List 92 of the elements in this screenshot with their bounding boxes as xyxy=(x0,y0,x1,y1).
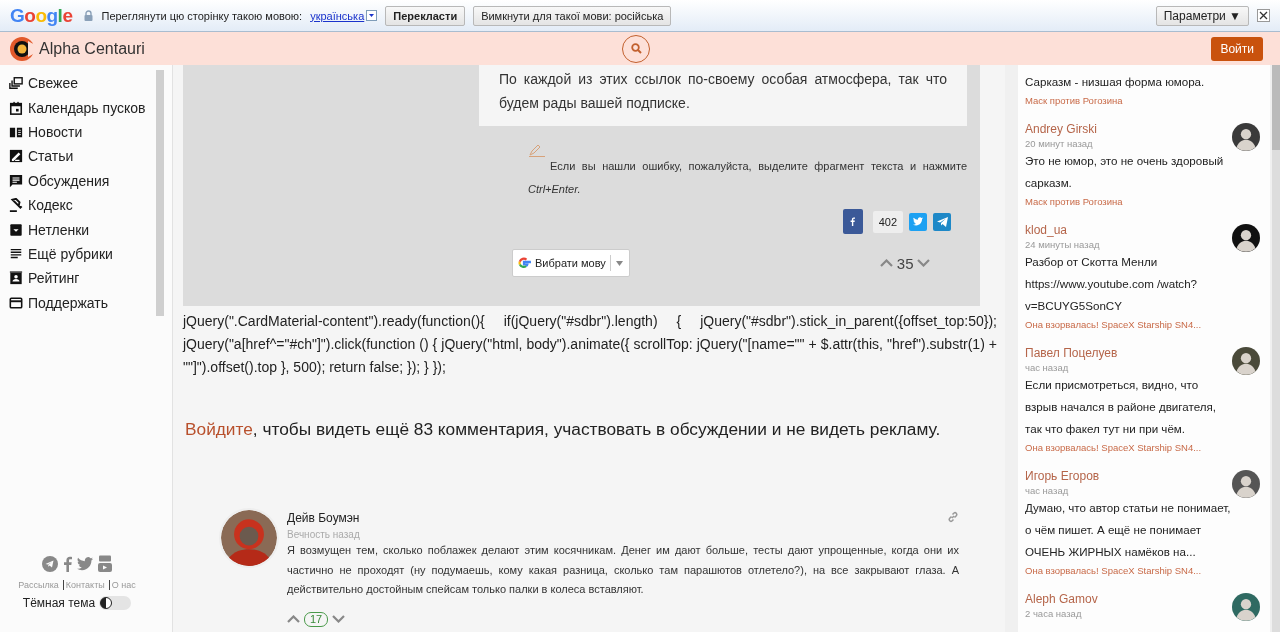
dark-theme-toggle[interactable] xyxy=(99,596,132,610)
topic-link[interactable]: Маск против Рогозина xyxy=(1025,93,1231,109)
vote-count: 17 xyxy=(304,611,329,627)
login-prompt: Войдите, чтобы видеть ещё 83 комментария, участвовать в обсуждении и не видеть рекламу. xyxy=(185,419,942,440)
avatar xyxy=(1232,123,1260,151)
chat-icon xyxy=(9,173,23,188)
sidebar-item[interactable]: Календарь пусков xyxy=(9,95,146,120)
site-name[interactable]: Alpha Centauri xyxy=(39,39,145,58)
sidebar-item[interactable]: Новости xyxy=(9,119,146,145)
sidebar-item[interactable]: Кодекс xyxy=(9,192,146,218)
error-note: Если вы нашли ошибку, пожалуйста, выделите фрагмент текста и нажмите Ctrl+Enter. xyxy=(528,159,967,197)
script-text: jQuery(".CardMaterial-content").ready(function(){ if(jQuery("#sdbr").length) { jQuery("#sdbr").stick_in_parent({offset_top:50}); jQuery("a[href^="#ch"]").click(function () { jQuery("html, body").animate({ scrollTop: jQuery("[name="" + $.attr(this, "href").substr(1) + ""]").offset().top }, 500); return false; }); } }); xyxy=(183,312,997,377)
avatar xyxy=(1232,224,1260,252)
gavel-icon xyxy=(9,198,23,213)
comment-time: час назад xyxy=(1025,361,1070,374)
subscribe-text: По каждой из этих ссылок по-своему особая атмосфера, так что будем рады вашей подписке. xyxy=(479,65,967,126)
facebook-icon[interactable] xyxy=(63,555,72,572)
comment-text: Разбор от Скотта Менли https://www.youtube.com /watch?v=BCUYG5SonCY xyxy=(1025,254,1199,314)
share-count: 402 xyxy=(872,210,903,233)
telegram-share-button[interactable] xyxy=(933,212,951,231)
comment-text: Я возмущен тем, сколько поблажек делают этим косячникам. Денег им дают больше, тесты дают упрощенные, когда они их частично не проходят (ну подумаешь, кому какая разница, сколько там парашютов отлетело?), на все закрывают глаза. А действительно достойным спейсам только палки в колеса вставляют. xyxy=(287,543,959,597)
language-link[interactable]: українська xyxy=(310,9,365,22)
comment-author[interactable]: Павел Поцелуев xyxy=(1025,345,1231,361)
comment-time: 20 минут назад xyxy=(1025,137,1094,150)
google-icon xyxy=(517,256,531,270)
list-icon xyxy=(9,246,23,261)
topic-link[interactable]: Маск против Рогозина xyxy=(1025,194,1231,210)
comment-author[interactable]: Дейв Боумэн xyxy=(287,511,360,525)
sidebar-item[interactable]: Нетленки xyxy=(9,217,146,242)
telegram-icon xyxy=(936,216,948,227)
archive-icon xyxy=(9,222,23,237)
translate-button[interactable]: Перекласти xyxy=(385,5,466,26)
rating-count: 35 xyxy=(896,254,914,272)
stack-icon xyxy=(9,76,23,91)
logo-icon xyxy=(9,35,35,62)
lock-icon xyxy=(84,10,94,21)
options-button[interactable]: Параметри ▼ xyxy=(1155,5,1249,26)
upvote-icon[interactable] xyxy=(879,259,893,267)
comment-time: 24 минуты назад xyxy=(1025,238,1101,251)
calendar-icon xyxy=(9,100,23,115)
scrollbar[interactable] xyxy=(156,70,164,316)
comment-text: Думаю, что автор статьи не понимает, о чём пишет. А ещё не понимает ОЧЕНЬ ЖИРНЫХ намёков на... xyxy=(1025,500,1231,560)
translate-prompt: Переглянути цю сторінку такою мовою: xyxy=(101,9,303,22)
downvote-icon[interactable] xyxy=(917,259,931,267)
avatar xyxy=(1232,470,1260,498)
facebook-icon xyxy=(850,217,856,226)
comment-author[interactable]: Игорь Егоров xyxy=(1025,468,1231,484)
caret-icon xyxy=(615,260,623,266)
id-card-icon xyxy=(9,271,23,286)
comment-text: Сарказм - низшая форма юмора. xyxy=(1025,74,1206,90)
sidebar-item[interactable]: Статьи xyxy=(9,144,146,169)
login-link[interactable]: Войдите xyxy=(185,419,253,439)
disable-button[interactable]: Вимкнути для такої мови: російська xyxy=(473,5,672,26)
avatar xyxy=(219,508,279,568)
facebook-share-button[interactable] xyxy=(842,209,863,234)
edit-icon xyxy=(9,149,23,164)
comment-author[interactable]: klod_ua xyxy=(1025,222,1231,238)
avatar xyxy=(1232,593,1260,621)
sidebar-item[interactable]: Поддержать xyxy=(9,290,146,315)
comment-time: час назад xyxy=(1025,484,1070,497)
comment-text: Это не юмор, это не очень здоровый сарказм. xyxy=(1025,153,1225,191)
sidebar-item[interactable]: Обсуждения xyxy=(9,168,146,193)
sidebar-item[interactable]: Ещё рубрики xyxy=(9,241,146,267)
topic-link[interactable]: Она взорвалась! SpaceX Starship SN4... xyxy=(1025,317,1231,333)
credit-card-icon xyxy=(9,295,23,310)
close-icon[interactable] xyxy=(1257,9,1270,22)
topic-link[interactable]: Она взорвалась! SpaceX Starship SN4... xyxy=(1025,440,1231,456)
search-icon xyxy=(630,43,642,54)
topic-link[interactable]: Она взорвалась! SpaceX Starship SN4... xyxy=(1025,563,1231,579)
sidebar-item[interactable]: Рейтинг xyxy=(9,266,146,291)
comment-text: Если присмотреться, видно, что взрыв начался в районе двигателя, так что факел тут ни при чём. xyxy=(1025,377,1217,437)
comment-author[interactable]: Aleph Gamov xyxy=(1025,591,1231,607)
twitter-icon xyxy=(913,217,923,226)
link-icon[interactable] xyxy=(947,510,959,523)
avatar xyxy=(1232,347,1260,375)
comment-author[interactable]: Andrey Girski xyxy=(1025,121,1231,137)
comment-time: Вечность назад xyxy=(287,529,361,540)
twitter-share-button[interactable] xyxy=(909,212,927,231)
video-icon[interactable] xyxy=(98,555,112,572)
comment-time: 2 часа назад xyxy=(1025,607,1083,620)
dropdown-icon[interactable] xyxy=(366,10,378,21)
twitter-icon[interactable] xyxy=(77,556,93,571)
dark-theme-label: Тёмная тема xyxy=(22,596,96,610)
upvote-icon[interactable] xyxy=(287,615,300,623)
google-logo: Google xyxy=(10,4,73,27)
sidebar-item[interactable]: Свежее xyxy=(9,71,146,96)
scrollbar[interactable] xyxy=(1272,65,1280,632)
downvote-icon[interactable] xyxy=(332,615,346,623)
language-select[interactable]: Вибрати мову xyxy=(512,249,630,277)
login-button[interactable]: Войти xyxy=(1211,36,1263,61)
telegram-icon[interactable] xyxy=(42,555,58,572)
pen-icon xyxy=(528,143,546,157)
